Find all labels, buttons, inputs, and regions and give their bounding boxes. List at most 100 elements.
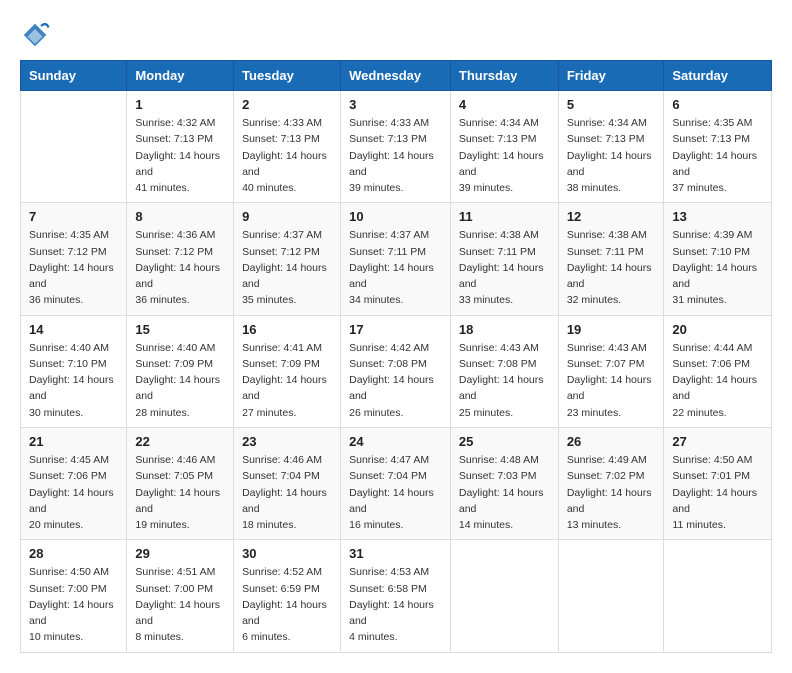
day-info: Sunrise: 4:43 AMSunset: 7:08 PMDaylight:… [459, 340, 550, 421]
logo [20, 20, 54, 50]
day-number: 10 [349, 209, 442, 224]
day-number: 29 [135, 546, 225, 561]
day-info: Sunrise: 4:34 AMSunset: 7:13 PMDaylight:… [459, 115, 550, 196]
day-number: 20 [672, 322, 763, 337]
day-number: 3 [349, 97, 442, 112]
day-info: Sunrise: 4:35 AMSunset: 7:12 PMDaylight:… [29, 227, 118, 308]
day-info: Sunrise: 4:41 AMSunset: 7:09 PMDaylight:… [242, 340, 332, 421]
weekday-header-saturday: Saturday [664, 61, 772, 91]
day-number: 16 [242, 322, 332, 337]
weekday-header-wednesday: Wednesday [341, 61, 451, 91]
day-info: Sunrise: 4:39 AMSunset: 7:10 PMDaylight:… [672, 227, 763, 308]
day-info: Sunrise: 4:52 AMSunset: 6:59 PMDaylight:… [242, 564, 332, 645]
day-info: Sunrise: 4:46 AMSunset: 7:05 PMDaylight:… [135, 452, 225, 533]
calendar-cell: 15 Sunrise: 4:40 AMSunset: 7:09 PMDayligh… [127, 315, 234, 427]
calendar-cell: 2 Sunrise: 4:33 AMSunset: 7:13 PMDaylight… [234, 91, 341, 203]
calendar-cell: 24 Sunrise: 4:47 AMSunset: 7:04 PMDayligh… [341, 427, 451, 539]
day-number: 23 [242, 434, 332, 449]
calendar-cell [450, 540, 558, 652]
calendar-cell [21, 91, 127, 203]
calendar-cell: 1 Sunrise: 4:32 AMSunset: 7:13 PMDaylight… [127, 91, 234, 203]
calendar-week-1: 1 Sunrise: 4:32 AMSunset: 7:13 PMDaylight… [21, 91, 772, 203]
day-info: Sunrise: 4:53 AMSunset: 6:58 PMDaylight:… [349, 564, 442, 645]
calendar-cell [664, 540, 772, 652]
day-info: Sunrise: 4:38 AMSunset: 7:11 PMDaylight:… [567, 227, 656, 308]
day-number: 8 [135, 209, 225, 224]
calendar-cell: 12 Sunrise: 4:38 AMSunset: 7:11 PMDayligh… [558, 203, 664, 315]
day-number: 6 [672, 97, 763, 112]
calendar-cell: 25Sunrise: 4:48 AMSunset: 7:03 PMDayligh… [450, 427, 558, 539]
calendar-week-2: 7Sunrise: 4:35 AMSunset: 7:12 PMDaylight… [21, 203, 772, 315]
calendar-cell: 6 Sunrise: 4:35 AMSunset: 7:13 PMDaylight… [664, 91, 772, 203]
day-number: 12 [567, 209, 656, 224]
day-info: Sunrise: 4:40 AMSunset: 7:09 PMDaylight:… [135, 340, 225, 421]
calendar-cell: 16 Sunrise: 4:41 AMSunset: 7:09 PMDayligh… [234, 315, 341, 427]
day-info: Sunrise: 4:50 AMSunset: 7:01 PMDaylight:… [672, 452, 763, 533]
calendar-cell: 22 Sunrise: 4:46 AMSunset: 7:05 PMDayligh… [127, 427, 234, 539]
day-number: 13 [672, 209, 763, 224]
day-number: 31 [349, 546, 442, 561]
day-info: Sunrise: 4:35 AMSunset: 7:13 PMDaylight:… [672, 115, 763, 196]
calendar-cell: 30 Sunrise: 4:52 AMSunset: 6:59 PMDayligh… [234, 540, 341, 652]
day-number: 27 [672, 434, 763, 449]
calendar-cell: 27 Sunrise: 4:50 AMSunset: 7:01 PMDayligh… [664, 427, 772, 539]
day-info: Sunrise: 4:38 AMSunset: 7:11 PMDaylight:… [459, 227, 550, 308]
day-number: 22 [135, 434, 225, 449]
day-number: 30 [242, 546, 332, 561]
logo-icon [20, 20, 50, 50]
calendar-header-row: SundayMondayTuesdayWednesdayThursdayFrid… [21, 61, 772, 91]
calendar-cell: 9Sunrise: 4:37 AMSunset: 7:12 PMDaylight… [234, 203, 341, 315]
day-number: 17 [349, 322, 442, 337]
calendar-cell: 4 Sunrise: 4:34 AMSunset: 7:13 PMDaylight… [450, 91, 558, 203]
day-info: Sunrise: 4:33 AMSunset: 7:13 PMDaylight:… [349, 115, 442, 196]
calendar-cell: 21Sunrise: 4:45 AMSunset: 7:06 PMDayligh… [21, 427, 127, 539]
calendar-cell: 28 Sunrise: 4:50 AMSunset: 7:00 PMDayligh… [21, 540, 127, 652]
calendar-cell: 29 Sunrise: 4:51 AMSunset: 7:00 PMDayligh… [127, 540, 234, 652]
day-info: Sunrise: 4:50 AMSunset: 7:00 PMDaylight:… [29, 564, 118, 645]
day-info: Sunrise: 4:49 AMSunset: 7:02 PMDaylight:… [567, 452, 656, 533]
day-number: 1 [135, 97, 225, 112]
calendar-cell: 31 Sunrise: 4:53 AMSunset: 6:58 PMDayligh… [341, 540, 451, 652]
page-header [20, 20, 772, 50]
day-info: Sunrise: 4:32 AMSunset: 7:13 PMDaylight:… [135, 115, 225, 196]
day-number: 18 [459, 322, 550, 337]
day-info: Sunrise: 4:47 AMSunset: 7:04 PMDaylight:… [349, 452, 442, 533]
weekday-header-thursday: Thursday [450, 61, 558, 91]
calendar-table: SundayMondayTuesdayWednesdayThursdayFrid… [20, 60, 772, 653]
calendar-week-3: 14Sunrise: 4:40 AMSunset: 7:10 PMDayligh… [21, 315, 772, 427]
day-number: 26 [567, 434, 656, 449]
weekday-header-tuesday: Tuesday [234, 61, 341, 91]
calendar-week-4: 21Sunrise: 4:45 AMSunset: 7:06 PMDayligh… [21, 427, 772, 539]
weekday-header-friday: Friday [558, 61, 664, 91]
calendar-cell [558, 540, 664, 652]
calendar-cell: 17Sunrise: 4:42 AMSunset: 7:08 PMDayligh… [341, 315, 451, 427]
day-number: 21 [29, 434, 118, 449]
day-number: 4 [459, 97, 550, 112]
day-number: 24 [349, 434, 442, 449]
day-number: 5 [567, 97, 656, 112]
day-number: 2 [242, 97, 332, 112]
calendar-cell: 18 Sunrise: 4:43 AMSunset: 7:08 PMDayligh… [450, 315, 558, 427]
day-info: Sunrise: 4:37 AMSunset: 7:12 PMDaylight:… [242, 227, 332, 308]
calendar-cell: 7Sunrise: 4:35 AMSunset: 7:12 PMDaylight… [21, 203, 127, 315]
day-info: Sunrise: 4:48 AMSunset: 7:03 PMDaylight:… [459, 452, 550, 533]
calendar-cell: 10 Sunrise: 4:37 AMSunset: 7:11 PMDayligh… [341, 203, 451, 315]
calendar-cell: 3 Sunrise: 4:33 AMSunset: 7:13 PMDaylight… [341, 91, 451, 203]
day-number: 19 [567, 322, 656, 337]
calendar-cell: 19Sunrise: 4:43 AMSunset: 7:07 PMDayligh… [558, 315, 664, 427]
day-info: Sunrise: 4:44 AMSunset: 7:06 PMDaylight:… [672, 340, 763, 421]
day-info: Sunrise: 4:51 AMSunset: 7:00 PMDaylight:… [135, 564, 225, 645]
day-info: Sunrise: 4:37 AMSunset: 7:11 PMDaylight:… [349, 227, 442, 308]
calendar-week-5: 28 Sunrise: 4:50 AMSunset: 7:00 PMDayligh… [21, 540, 772, 652]
day-info: Sunrise: 4:46 AMSunset: 7:04 PMDaylight:… [242, 452, 332, 533]
day-number: 11 [459, 209, 550, 224]
day-number: 28 [29, 546, 118, 561]
day-info: Sunrise: 4:33 AMSunset: 7:13 PMDaylight:… [242, 115, 332, 196]
calendar-cell: 5 Sunrise: 4:34 AMSunset: 7:13 PMDaylight… [558, 91, 664, 203]
calendar-cell: 11 Sunrise: 4:38 AMSunset: 7:11 PMDayligh… [450, 203, 558, 315]
weekday-header-monday: Monday [127, 61, 234, 91]
day-info: Sunrise: 4:34 AMSunset: 7:13 PMDaylight:… [567, 115, 656, 196]
day-number: 15 [135, 322, 225, 337]
day-number: 14 [29, 322, 118, 337]
calendar-cell: 26 Sunrise: 4:49 AMSunset: 7:02 PMDayligh… [558, 427, 664, 539]
